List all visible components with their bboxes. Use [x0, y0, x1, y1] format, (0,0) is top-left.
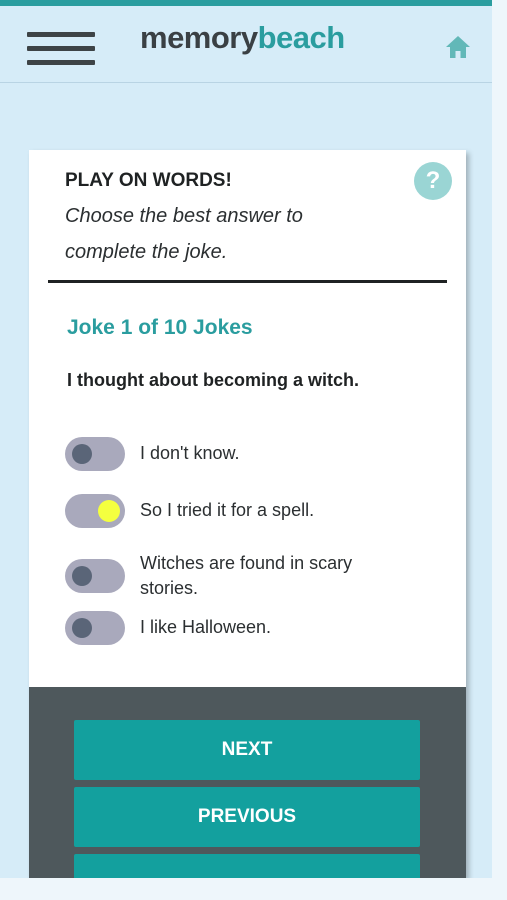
page-bottom: [0, 878, 492, 900]
toggle-knob: [72, 566, 92, 586]
home-icon[interactable]: [443, 32, 473, 62]
answer-toggle[interactable]: [65, 611, 125, 645]
previous-button[interactable]: PREVIOUS: [74, 787, 420, 847]
joke-question: I thought about becoming a witch.: [67, 370, 359, 390]
hamburger-menu-icon[interactable]: [27, 30, 95, 70]
brand-part-1: memory: [140, 20, 258, 55]
extra-button[interactable]: [74, 854, 420, 878]
divider: [48, 280, 447, 283]
toggle-knob: [98, 500, 120, 522]
activity-title: PLAY ON WORDS!: [65, 170, 232, 191]
answer-option[interactable]: Witches are found in scary stories.: [65, 551, 395, 603]
card-footer: NEXT PREVIOUS: [29, 687, 466, 878]
activity-instruction: Choose the best answer to complete the j…: [65, 205, 303, 263]
next-button[interactable]: NEXT: [74, 720, 420, 780]
page-edge: [492, 0, 507, 900]
answer-option[interactable]: I like Halloween.: [65, 611, 395, 645]
help-icon[interactable]: ?: [414, 162, 452, 200]
app-header: memorybeach: [0, 6, 492, 83]
answer-label: I don't know.: [140, 443, 240, 463]
joke-card: ? PLAY ON WORDS! Choose the best answer …: [29, 150, 466, 878]
answer-toggle[interactable]: [65, 494, 125, 528]
answer-label: I like Halloween.: [140, 617, 272, 637]
answer-label: So I tried it for a spell.: [140, 500, 315, 520]
answer-label: Witches are found in scary stories.: [140, 553, 353, 598]
answer-toggle[interactable]: [65, 437, 125, 471]
toggle-knob: [72, 444, 92, 464]
answer-option[interactable]: I don't know.: [65, 437, 395, 471]
toggle-knob: [72, 618, 92, 638]
joke-counter: Joke 1 of 10 Jokes: [67, 316, 253, 339]
answer-option[interactable]: So I tried it for a spell.: [65, 494, 395, 528]
answer-toggle[interactable]: [65, 559, 125, 593]
brand-logo[interactable]: memorybeach: [140, 20, 345, 56]
brand-part-2: beach: [257, 20, 346, 55]
